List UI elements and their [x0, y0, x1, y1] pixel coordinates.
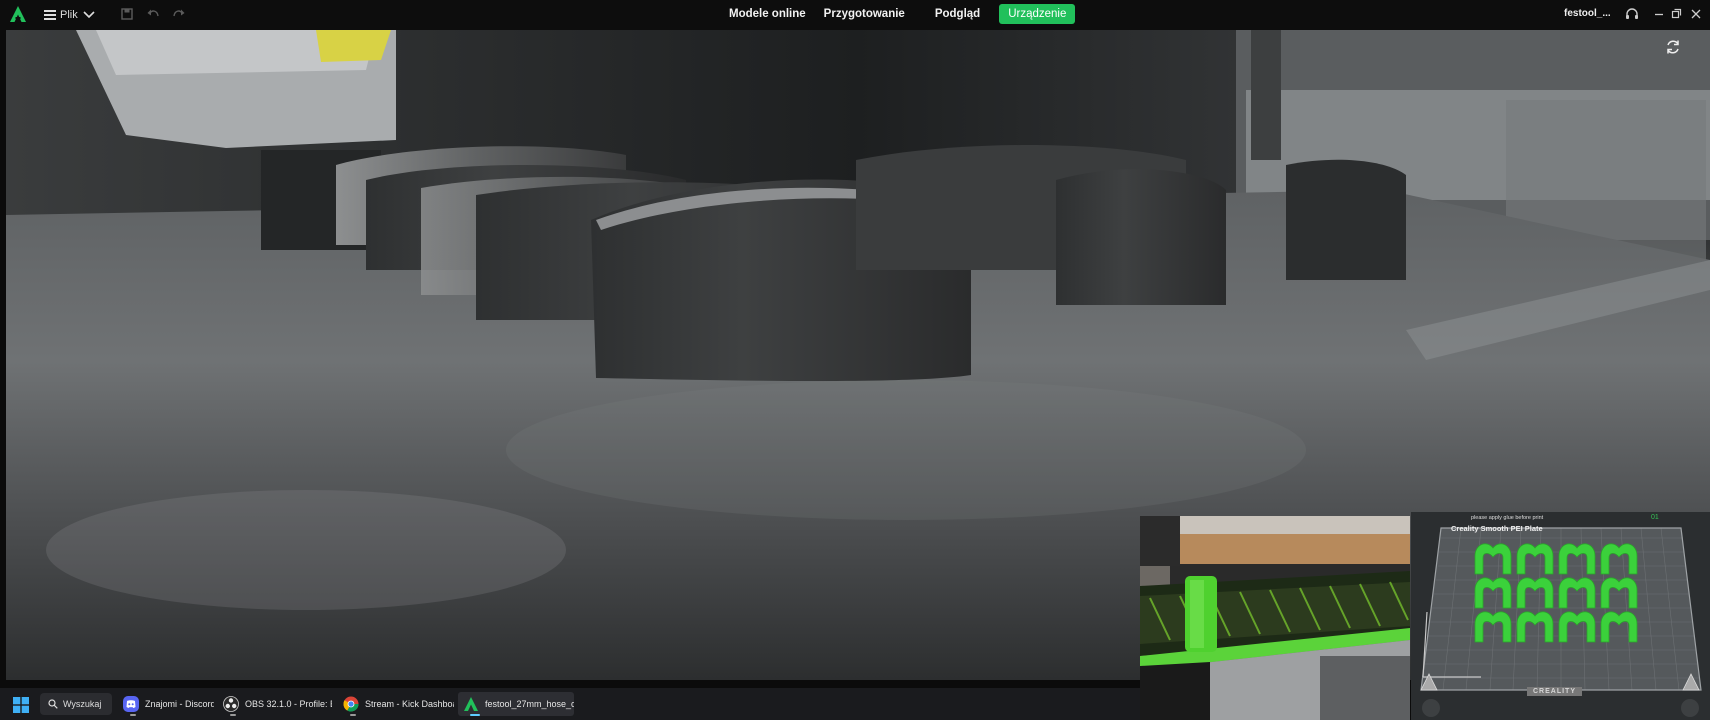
main-tabs: Modele online Przygotowanie Podgląd Urzą…: [720, 2, 1076, 26]
running-indicator: [230, 714, 236, 716]
plate-count: 01: [1651, 514, 1659, 521]
windows-taskbar: Wyszukaj Znajomi - Discord OBS 32.1.0 - …: [0, 688, 1140, 720]
redo-icon[interactable]: [172, 7, 186, 21]
app-window: Plik Modele online Przygotowanie Podgląd…: [0, 0, 1710, 720]
running-indicator: [130, 714, 136, 716]
tab-preview[interactable]: Podgląd: [926, 4, 989, 24]
plate-brand-logo: CREALITY: [1527, 687, 1582, 696]
minimize-icon[interactable]: [1651, 6, 1667, 22]
obs-icon: [223, 696, 239, 712]
tab-device[interactable]: Urządzenie: [999, 4, 1076, 24]
maximize-icon[interactable]: [1668, 6, 1684, 22]
taskbar-item-label: Znajomi - Discord: [145, 699, 214, 709]
secondary-camera-thumbnail: [1140, 516, 1410, 720]
plate-name: Creality Smooth PEI Plate: [1451, 524, 1543, 533]
app-logo-icon: [10, 6, 26, 22]
tab-online-models[interactable]: Modele online: [720, 4, 815, 24]
plate-preview-thumbnail: please apply glue before print 01 Creali…: [1411, 512, 1710, 720]
tab-prepare[interactable]: Przygotowanie: [815, 4, 914, 24]
title-bar: Plik Modele online Przygotowanie Podgląd…: [0, 0, 1710, 30]
hamburger-icon: [44, 10, 56, 20]
taskbar-item-label: festool_27mm_hose_cab: [485, 699, 574, 709]
taskbar-item-creality-print[interactable]: festool_27mm_hose_cab: [458, 692, 574, 716]
file-menu-label: Plik: [60, 9, 78, 21]
save-icon[interactable]: [120, 7, 134, 21]
taskbar-item-chrome[interactable]: Stream - Kick Dashboar: [338, 692, 454, 716]
file-menu-button[interactable]: Plik: [44, 4, 78, 26]
taskbar-item-obs[interactable]: OBS 32.1.0 - Profile: Bez: [218, 692, 332, 716]
running-indicator: [350, 714, 356, 716]
taskbar-item-label: OBS 32.1.0 - Profile: Bez: [245, 699, 332, 709]
taskbar-item-discord[interactable]: Znajomi - Discord: [118, 692, 214, 716]
taskbar-search[interactable]: Wyszukaj: [40, 693, 112, 715]
plate-header-text: please apply glue before print: [1471, 515, 1544, 521]
chevron-down-icon[interactable]: [82, 7, 96, 21]
running-indicator: [470, 714, 480, 716]
windows-start-icon[interactable]: [13, 697, 29, 713]
close-icon[interactable]: [1688, 6, 1704, 22]
search-label: Wyszukaj: [63, 699, 102, 709]
chrome-icon: [343, 696, 359, 712]
headset-icon[interactable]: [1624, 6, 1640, 22]
hose-clip-camera-image: [1140, 516, 1410, 720]
user-name[interactable]: festool_...: [1564, 8, 1611, 19]
undo-icon[interactable]: [146, 7, 160, 21]
creality-print-icon: [464, 697, 478, 711]
taskbar-item-label: Stream - Kick Dashboar: [365, 699, 454, 709]
refresh-icon[interactable]: [1664, 38, 1682, 56]
discord-icon: [123, 696, 139, 712]
search-icon: [48, 699, 58, 709]
